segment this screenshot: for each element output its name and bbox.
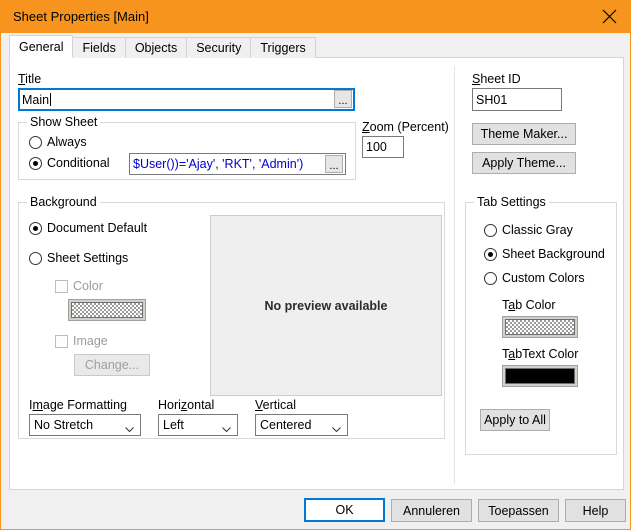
vertical-label: Vertical xyxy=(255,398,296,412)
show-sheet-group: Show Sheet Always Conditional $User())='… xyxy=(18,115,356,180)
checkbox-background-image[interactable]: Image xyxy=(55,334,108,348)
radio-show-conditional[interactable]: Conditional xyxy=(29,156,110,170)
solid-color-icon xyxy=(505,368,575,384)
apply-button[interactable]: Toepassen xyxy=(478,499,559,522)
zoom-percent-input[interactable]: 100 xyxy=(362,136,404,158)
tab-text-color-swatch[interactable] xyxy=(502,365,578,387)
radio-document-default[interactable]: Document Default xyxy=(29,221,147,235)
vertical-value: Centered xyxy=(260,418,312,432)
tab-security[interactable]: Security xyxy=(186,37,252,58)
sheet-id-input[interactable]: SH01 xyxy=(472,88,562,111)
tab-color-swatch[interactable] xyxy=(502,316,578,338)
general-tab-page: Title Main ... Show Sheet Always Conditi… xyxy=(9,57,624,490)
radio-sheet-settings-label: Sheet Settings xyxy=(47,251,129,265)
tab-settings-group-label: Tab Settings xyxy=(474,195,549,209)
checkered-pattern-icon xyxy=(505,319,575,335)
checkbox-background-color-label: Color xyxy=(73,279,103,293)
radio-dot-icon xyxy=(29,221,42,235)
close-button[interactable] xyxy=(586,0,631,33)
title-bar: Sheet Properties [Main] xyxy=(1,0,631,33)
radio-sheet-background-label: Sheet Background xyxy=(502,247,605,261)
radio-dot-icon xyxy=(29,156,42,170)
radio-classic-gray[interactable]: Classic Gray xyxy=(484,223,573,237)
conditional-expression-value: $User())='Ajay', 'RKT', 'Admin') xyxy=(133,157,304,171)
radio-document-default-label: Document Default xyxy=(47,221,148,235)
radio-sheet-settings[interactable]: Sheet Settings xyxy=(29,251,128,265)
chevron-down-icon xyxy=(332,422,341,436)
vertical-select[interactable]: Centered xyxy=(255,414,348,436)
tab-general[interactable]: General xyxy=(9,35,74,58)
sheet-id-label: Sheet ID xyxy=(472,72,521,86)
checkbox-background-color[interactable]: Color xyxy=(55,279,103,293)
radio-show-conditional-label: Conditional xyxy=(47,156,110,170)
theme-maker-button[interactable]: Theme Maker... xyxy=(472,123,576,145)
cancel-button[interactable]: Annuleren xyxy=(391,499,472,522)
text-caret xyxy=(50,93,52,106)
checkbox-background-image-label: Image xyxy=(73,334,108,348)
tab-fields-label: Fields xyxy=(82,41,116,55)
sheet-properties-dialog: Sheet Properties [Main] General Fields O… xyxy=(0,0,631,530)
close-icon xyxy=(602,9,617,24)
zoom-percent-value: 100 xyxy=(366,140,387,154)
apply-to-all-button[interactable]: Apply to All xyxy=(480,409,550,431)
window-title: Sheet Properties [Main] xyxy=(13,9,149,24)
apply-theme-button[interactable]: Apply Theme... xyxy=(472,152,576,174)
horizontal-label: Horizontal xyxy=(158,398,215,412)
tab-strip: General Fields Objects Security Triggers xyxy=(9,35,316,58)
background-preview: No preview available xyxy=(210,215,442,396)
conditional-expression-input[interactable]: $User())='Ajay', 'RKT', 'Admin') xyxy=(129,153,346,175)
checkbox-box-icon xyxy=(55,279,68,293)
radio-dot-icon xyxy=(29,135,42,149)
horizontal-select[interactable]: Left xyxy=(158,414,238,436)
horizontal-value: Left xyxy=(163,418,184,432)
ok-button[interactable]: OK xyxy=(304,498,385,522)
radio-dot-icon xyxy=(484,271,497,285)
chevron-down-icon xyxy=(222,422,231,436)
column-divider xyxy=(454,66,455,484)
radio-dot-icon xyxy=(29,251,42,265)
tab-triggers[interactable]: Triggers xyxy=(250,37,316,58)
background-group: Background Document Default Sheet Settin… xyxy=(18,195,445,439)
change-image-button[interactable]: Change... xyxy=(74,354,150,376)
help-button[interactable]: Help xyxy=(565,499,626,522)
background-group-label: Background xyxy=(27,195,100,209)
sheet-id-value: SH01 xyxy=(476,92,508,107)
tab-settings-group: Tab Settings Classic Gray Sheet Backgrou… xyxy=(465,195,617,455)
radio-dot-icon xyxy=(484,223,497,237)
radio-sheet-background[interactable]: Sheet Background xyxy=(484,247,605,261)
radio-custom-colors[interactable]: Custom Colors xyxy=(484,271,585,285)
dialog-footer: OK Annuleren Toepassen Help xyxy=(1,492,630,528)
tab-triggers-label: Triggers xyxy=(260,41,306,55)
image-formatting-value: No Stretch xyxy=(34,418,94,432)
radio-dot-icon xyxy=(484,247,497,261)
title-label: Title xyxy=(18,72,42,86)
image-formatting-select[interactable]: No Stretch xyxy=(29,414,141,436)
checkbox-box-icon xyxy=(55,334,68,348)
background-color-swatch[interactable] xyxy=(68,299,146,321)
radio-custom-colors-label: Custom Colors xyxy=(502,271,585,285)
radio-classic-gray-label: Classic Gray xyxy=(502,223,573,237)
tab-color-label: Tab Color xyxy=(502,298,556,312)
tab-text-color-label: TabText Color xyxy=(502,347,579,361)
title-input-value: Main xyxy=(22,92,50,107)
image-formatting-label: Image Formatting xyxy=(29,398,127,412)
tab-fields[interactable]: Fields xyxy=(72,37,126,58)
tab-security-label: Security xyxy=(196,41,242,55)
background-preview-text: No preview available xyxy=(264,298,388,313)
radio-show-always-label: Always xyxy=(47,135,87,149)
title-input[interactable]: Main xyxy=(18,88,355,111)
title-ellipsis-button[interactable]: ... xyxy=(334,90,352,108)
tab-objects[interactable]: Objects xyxy=(124,37,188,58)
tab-objects-label: Objects xyxy=(134,41,178,55)
show-sheet-group-label: Show Sheet xyxy=(27,115,101,129)
checkered-pattern-icon xyxy=(71,302,143,318)
chevron-down-icon xyxy=(125,422,134,436)
conditional-expression-ellipsis-button[interactable]: ... xyxy=(325,155,343,173)
zoom-percent-label: Zoom (Percent) xyxy=(362,120,449,134)
radio-show-always[interactable]: Always xyxy=(29,135,87,149)
tab-general-label: General xyxy=(19,39,64,54)
